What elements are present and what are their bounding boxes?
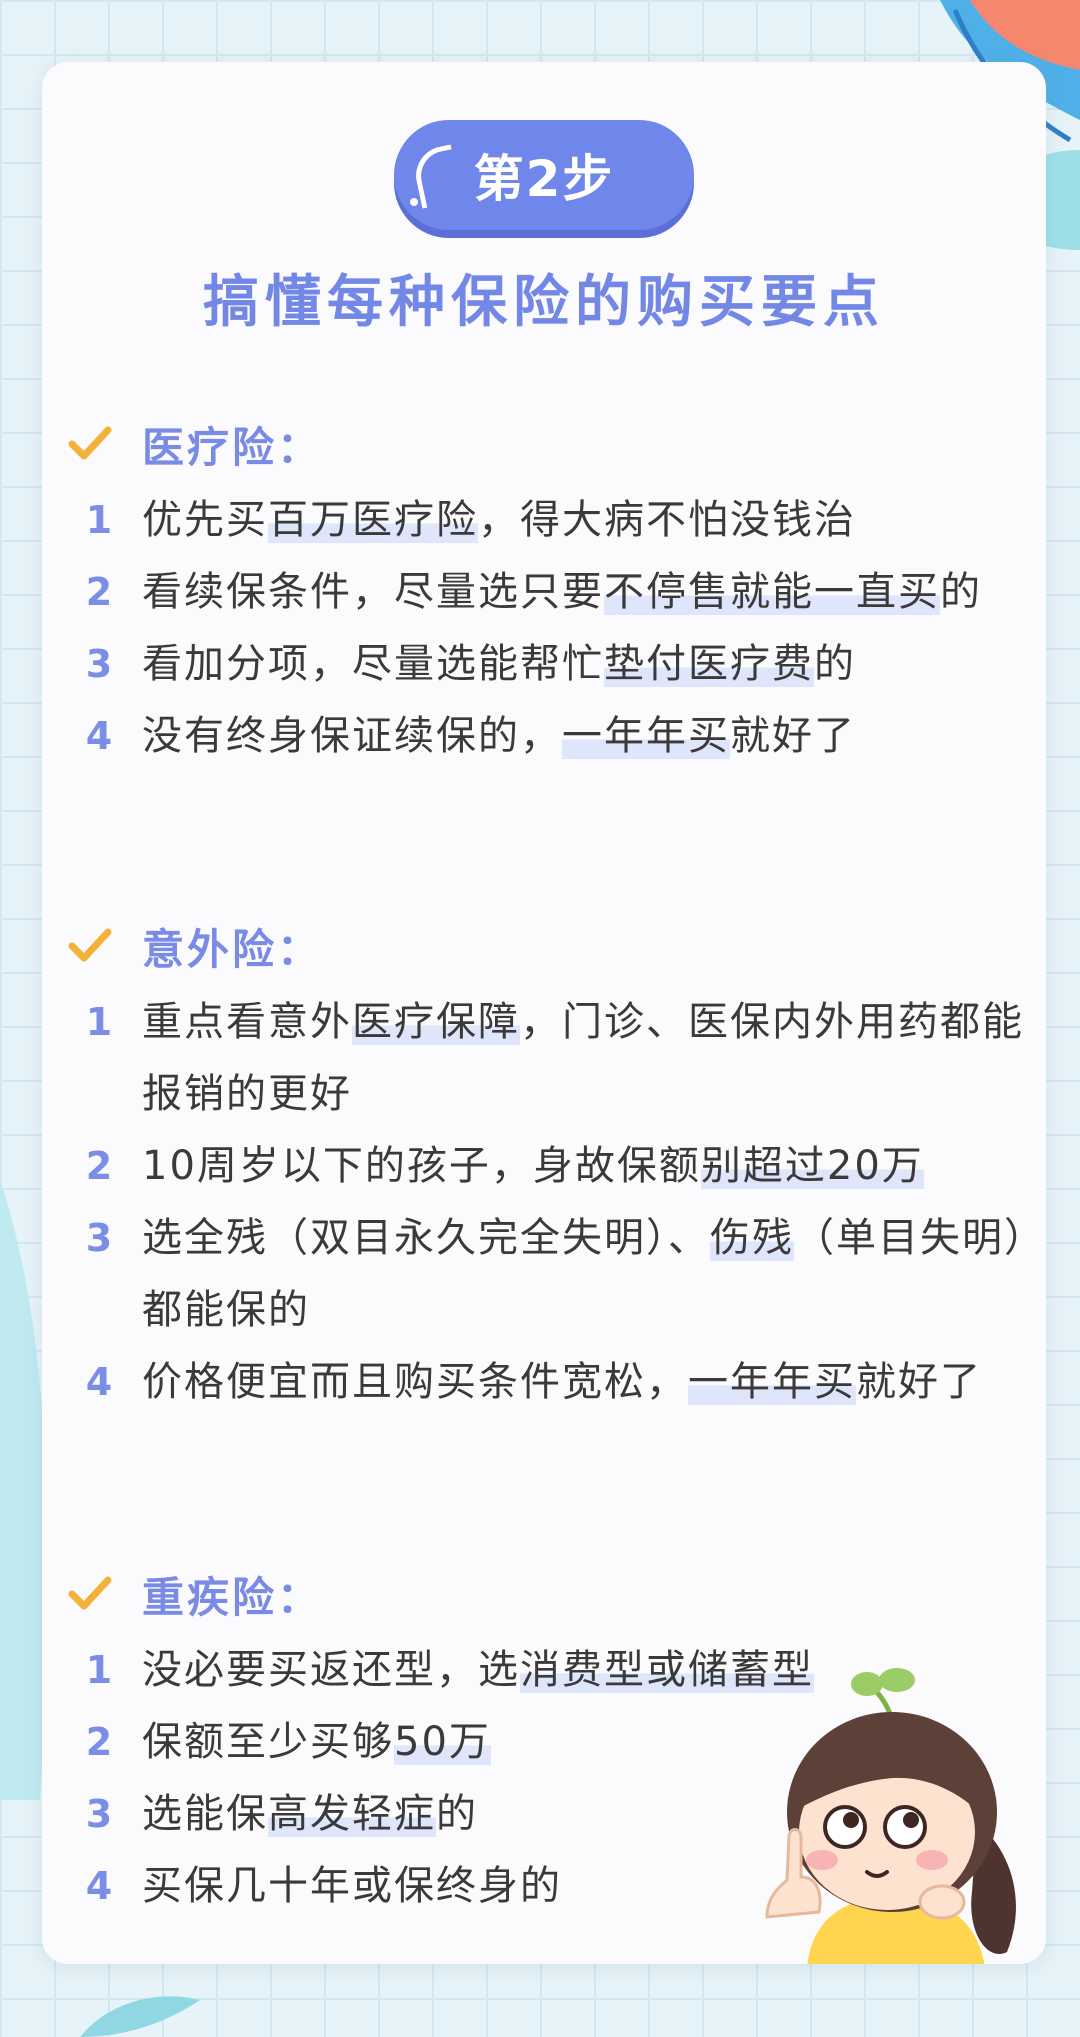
- section-accident: 意外险： 1 重点看意外医疗保障，门诊、医保内外用药都能报销的更好 2 10周岁…: [42, 914, 1046, 1418]
- item-highlight: 伤残: [710, 1215, 794, 1261]
- item-text: 的: [940, 569, 982, 615]
- section-header: 重疾险：: [42, 1562, 1046, 1634]
- item-text: 没有终身保证续保的，: [142, 713, 562, 759]
- section-title: 医疗险：: [142, 423, 323, 472]
- item-highlight: 百万医疗险: [268, 497, 478, 543]
- item-text: 就好了: [730, 713, 856, 759]
- item-text: 重点看意外: [142, 999, 352, 1045]
- item-text: 价格便宜而且购买条件宽松，: [142, 1359, 688, 1405]
- item-number: 2: [85, 1720, 113, 1764]
- item-highlight: 50万: [394, 1719, 491, 1765]
- girl-illustration: [765, 1668, 1016, 1964]
- item-text: 的: [814, 641, 856, 687]
- quote-arc-icon: [410, 144, 463, 209]
- item-number: 4: [85, 1864, 113, 1908]
- item-number: 1: [85, 1000, 113, 1044]
- item-highlight: 垫付医疗费: [604, 641, 814, 687]
- item-number: 4: [85, 1360, 113, 1404]
- item-text: 看加分项，尽量选能帮忙: [142, 641, 604, 687]
- item-text: 就好了: [856, 1359, 982, 1405]
- section-medical: 医疗险： 1 优先买百万医疗险，得大病不怕没钱治 2 看续保条件，尽量选只要不停…: [42, 412, 1046, 772]
- dot-icon: [410, 198, 418, 206]
- leaf-decoration-bottom: [80, 1996, 200, 2037]
- item-highlight: 不停售就能一直买: [604, 569, 940, 615]
- step-badge-label: 第2步: [473, 150, 615, 208]
- list-item: 2 10周岁以下的孩子，身故保额别超过20万: [42, 1130, 1046, 1202]
- item-number: 2: [85, 1144, 113, 1188]
- item-text: 买保几十年或保终身的: [142, 1863, 562, 1909]
- check-icon: [68, 928, 112, 962]
- item-highlight: 别超过20万: [700, 1143, 924, 1189]
- section-title: 重疾险：: [142, 1573, 323, 1622]
- list-item: 1 重点看意外医疗保障，门诊、医保内外用药都能报销的更好: [42, 986, 1046, 1130]
- item-highlight: 一年年买: [562, 713, 730, 759]
- section-title: 意外险：: [142, 925, 323, 974]
- content-card: 第2步 搞懂每种保险的购买要点 医疗险： 1 优先买百万医疗险，得大病不怕没钱治…: [42, 62, 1046, 1964]
- item-text: 选全残（双目永久完全失明）、: [142, 1215, 710, 1261]
- list-item: 3 选全残（双目永久完全失明）、伤残（单目失明）都能保的: [42, 1202, 1046, 1346]
- section-header: 医疗险：: [42, 412, 1046, 484]
- section-header: 意外险：: [42, 914, 1046, 986]
- page-subtitle: 搞懂每种保险的购买要点: [203, 270, 885, 335]
- item-text: ，得大病不怕没钱治: [478, 497, 856, 543]
- item-number: 3: [85, 642, 113, 686]
- item-highlight: 一年年买: [688, 1359, 856, 1405]
- check-icon: [68, 1576, 112, 1610]
- step-badge: 第2步: [394, 120, 694, 230]
- list-item: 2 看续保条件，尽量选只要不停售就能一直买的: [42, 556, 1046, 628]
- item-text: 没必要买返还型，选: [142, 1647, 520, 1693]
- list-item: 3 看加分项，尽量选能帮忙垫付医疗费的: [42, 628, 1046, 700]
- item-number: 3: [85, 1216, 113, 1260]
- list-item: 4 价格便宜而且购买条件宽松，一年年买就好了: [42, 1346, 1046, 1418]
- item-text: 选能保: [142, 1791, 268, 1837]
- item-number: 4: [85, 714, 113, 758]
- item-number: 2: [85, 570, 113, 614]
- item-text: 看续保条件，尽量选只要: [142, 569, 604, 615]
- item-text: 优先买: [142, 497, 268, 543]
- item-number: 3: [85, 1792, 113, 1836]
- item-text: 保额至少买够: [142, 1719, 394, 1765]
- item-number: 1: [85, 1648, 113, 1692]
- check-icon: [68, 426, 112, 460]
- item-highlight: 医疗保障: [352, 999, 520, 1045]
- item-text: 10周岁以下的孩子，身故保额: [142, 1143, 701, 1189]
- list-item: 1 优先买百万医疗险，得大病不怕没钱治: [42, 484, 1046, 556]
- list-item: 4 没有终身保证续保的，一年年买就好了: [42, 700, 1046, 772]
- item-highlight: 高发轻症: [268, 1791, 436, 1837]
- item-number: 1: [85, 498, 113, 542]
- item-text: 的: [436, 1791, 478, 1837]
